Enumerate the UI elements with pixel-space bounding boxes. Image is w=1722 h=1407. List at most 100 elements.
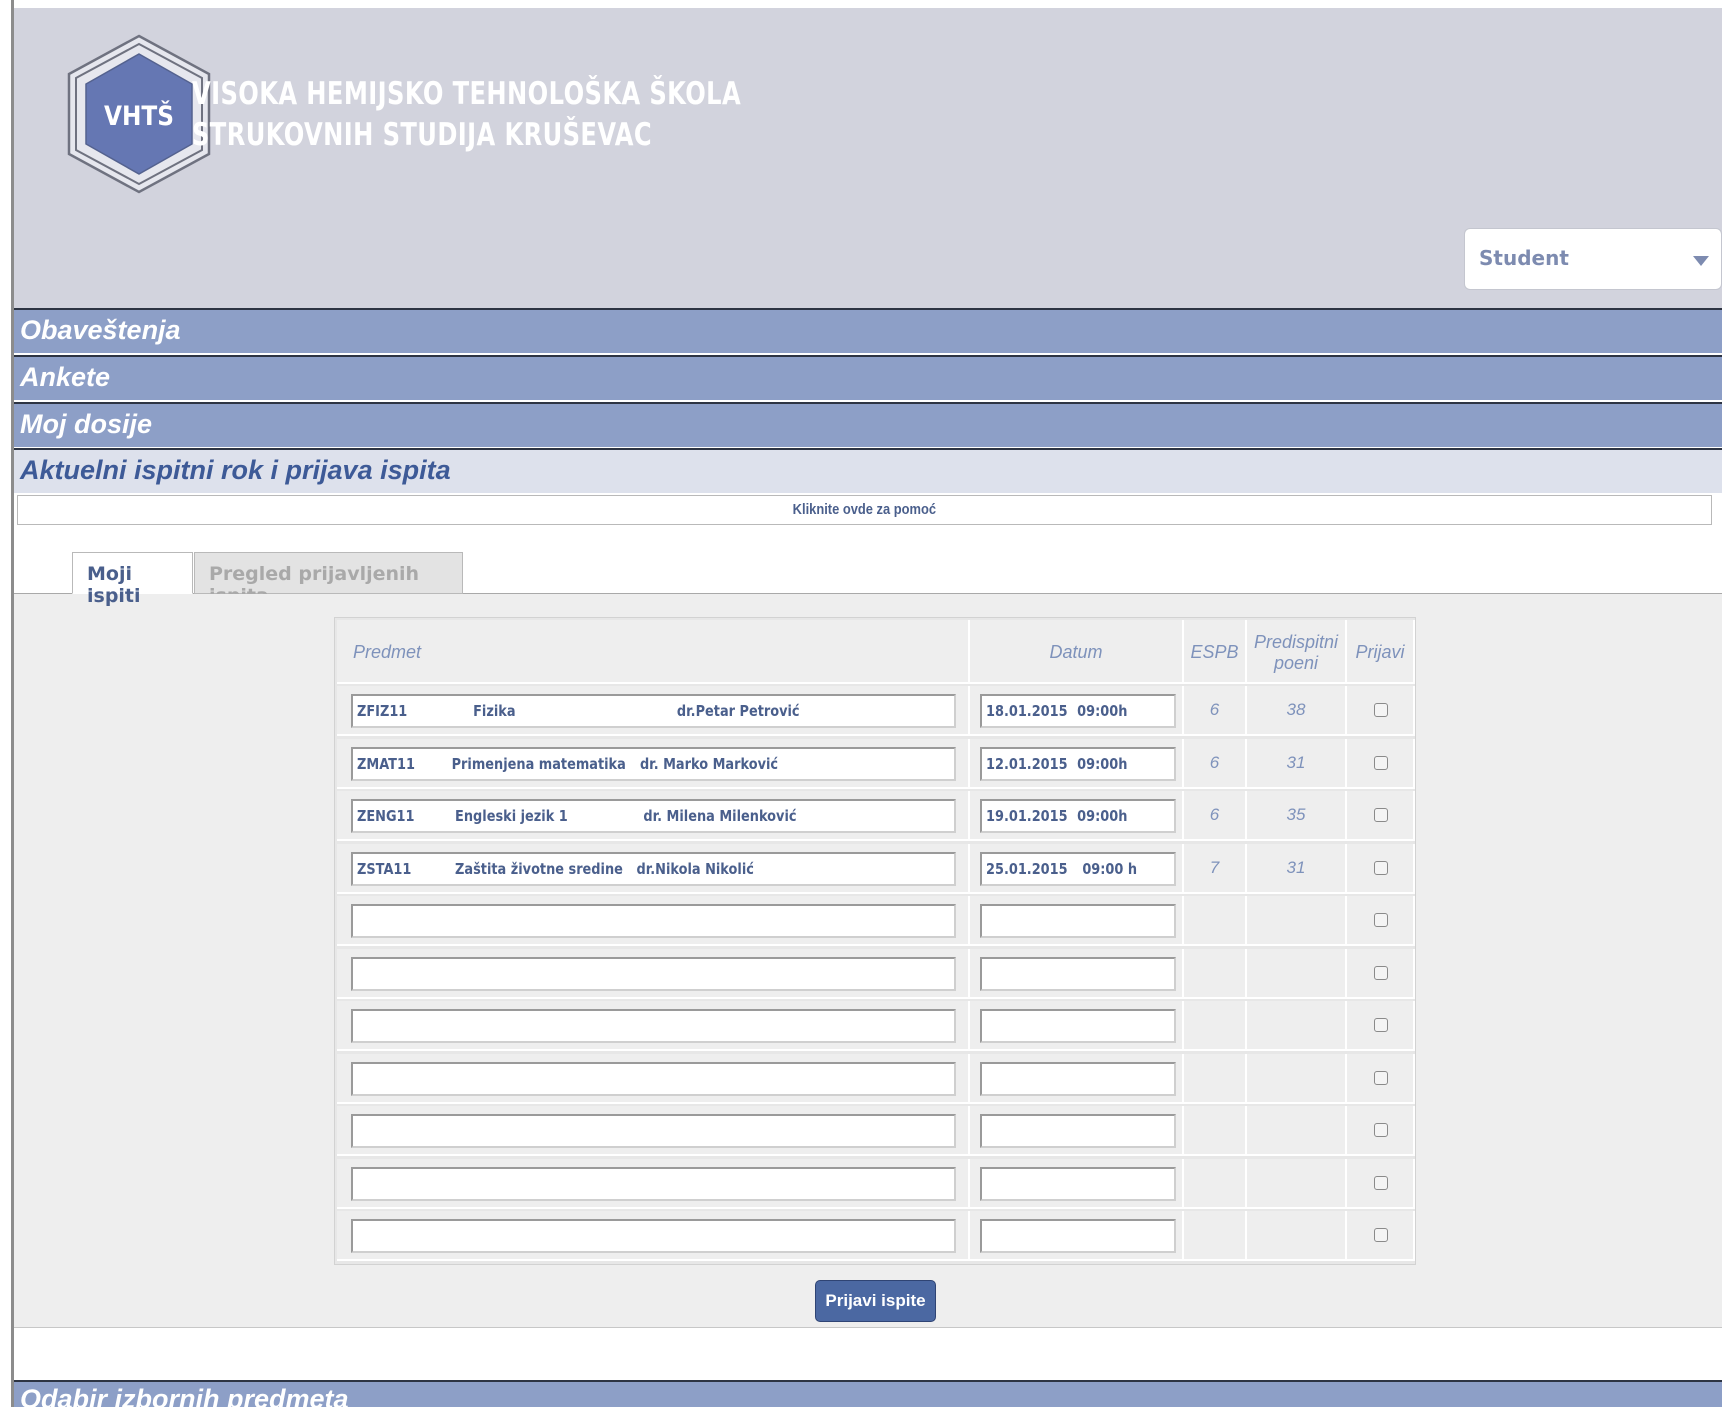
table-row-prijavi-cell (1347, 738, 1415, 789)
date-field[interactable]: 18.01.2015 09:00h (980, 694, 1176, 728)
subject-field[interactable] (351, 956, 956, 991)
logo-text: VHTŠ (104, 100, 174, 132)
subject-field[interactable] (351, 1166, 956, 1201)
date-field[interactable]: 12.01.2015 09:00h (980, 746, 1176, 781)
table-row-predmet-cell (337, 1211, 970, 1261)
section-aktuelni-ispitni-rok[interactable]: Aktuelni ispitni rok i prijava ispita (14, 448, 1722, 493)
espb-value: 7 (1209, 857, 1220, 877)
date-field[interactable]: 25.01.2015 09:00 h (980, 851, 1176, 886)
subject-code: ZFIZ11 (357, 702, 408, 720)
table-row-points-cell: 31 (1247, 843, 1347, 894)
date-field[interactable] (980, 956, 1176, 991)
subject-field[interactable]: ZSTA11 Zaštita životne sredine dr.Nikola N… (351, 851, 956, 886)
register-checkbox[interactable] (1374, 1018, 1388, 1032)
register-checkbox[interactable] (1374, 1175, 1388, 1190)
table-row-datum-cell: 18.01.2015 09:00h (970, 686, 1184, 736)
subject-field[interactable]: ZFIZ11 Fizika dr.Petar Petrović (351, 694, 956, 728)
subject-field[interactable] (351, 1061, 956, 1096)
subject-name: Primenjena matematika (451, 754, 626, 773)
tab-pregled-prijavljenih-ispita[interactable]: Pregled prijavljenih ispita (194, 552, 463, 607)
table-row-predmet-cell: ZMAT11 Primenjena matematika dr. Marko Mar… (337, 738, 970, 789)
subject-field[interactable] (351, 1114, 956, 1148)
table-row-points-cell (1247, 1211, 1347, 1261)
school-name-line2: STRUKOVNIH STUDIJA KRUŠEVAC (192, 117, 653, 153)
column-header-datum: Datum (1049, 642, 1103, 662)
table-row-datum-cell (970, 948, 1184, 999)
table-row-points-cell (1247, 1106, 1347, 1156)
table-row-espb-cell (1184, 1158, 1247, 1209)
register-checkbox[interactable] (1374, 1123, 1388, 1137)
table-row-espb-cell (1184, 1053, 1247, 1104)
register-checkbox[interactable] (1374, 703, 1388, 717)
professor-name: dr.Petar Petrović (676, 702, 800, 720)
section-label: Moj dosije (20, 409, 153, 439)
date-field[interactable] (980, 904, 1176, 938)
role-select[interactable]: Student (1464, 228, 1722, 290)
column-header-prijavi: Prijavi (1355, 642, 1405, 662)
header-cell-datum: Datum (970, 620, 1184, 684)
table-row-datum-cell (970, 1211, 1184, 1261)
section-label: Ankete (20, 362, 111, 392)
section-label: Aktuelni ispitni rok i prijava ispita (20, 455, 451, 485)
table-row-predmet-cell: ZSTA11 Zaštita životne sredine dr.Nikola N… (337, 843, 970, 894)
top-strip (14, 0, 1722, 8)
exam-table: Predmet Datum ESPB Predispitni poeni Prijavi Z… (334, 617, 1416, 1265)
register-checkbox[interactable] (1374, 913, 1388, 927)
subject-field[interactable]: ZENG11 Engleski jezik 1 dr. Milena Milenko… (351, 799, 956, 833)
chevron-down-icon (1693, 256, 1709, 266)
date-field[interactable] (980, 1061, 1176, 1096)
register-checkbox[interactable] (1374, 965, 1388, 980)
subject-field[interactable] (351, 1219, 956, 1253)
section-ankete[interactable]: Ankete (14, 355, 1722, 400)
preexam-points-value: 38 (1286, 700, 1306, 719)
date-field[interactable] (980, 1009, 1176, 1043)
preexam-points-value: 31 (1286, 857, 1306, 877)
table-row-prijavi-cell (1347, 948, 1415, 999)
table-row-prijavi-cell (1347, 843, 1415, 894)
table-row-prijavi-cell (1347, 1158, 1415, 1209)
date-field[interactable] (980, 1166, 1176, 1201)
date-field[interactable] (980, 1219, 1176, 1253)
register-checkbox[interactable] (1374, 1228, 1388, 1242)
subject-field[interactable]: ZMAT11 Primenjena matematika dr. Marko Mar… (351, 746, 956, 781)
professor-name: dr. Milena Milenković (643, 807, 797, 825)
exam-date: 19.01.2015 (986, 807, 1068, 825)
table-row-datum-cell: 19.01.2015 09:00h (970, 791, 1184, 841)
espb-value: 6 (1209, 700, 1220, 719)
tab-moji-ispiti[interactable]: Moji ispiti (72, 552, 193, 607)
help-link[interactable]: Kliknite ovde za pomoć (793, 496, 936, 524)
section-odabir-izbornih-predmeta[interactable]: Odabir izbornih predmeta (14, 1380, 1722, 1407)
help-link-bar[interactable]: Kliknite ovde za pomoć (17, 495, 1712, 525)
subject-field[interactable] (351, 1009, 956, 1043)
espb-value: 6 (1209, 752, 1220, 772)
section-obavestenja[interactable]: Obaveštenja (14, 308, 1722, 353)
header-cell-espb: ESPB (1184, 620, 1247, 684)
professor-name: dr. Marko Marković (639, 754, 779, 773)
register-checkbox[interactable] (1374, 808, 1388, 822)
date-field[interactable] (980, 1114, 1176, 1148)
table-row-prijavi-cell (1347, 1106, 1415, 1156)
school-name-line1: VISOKA HEMIJSKO TEHNOLOŠKA ŠKOLA (192, 76, 742, 112)
table-row-predmet-cell (337, 1053, 970, 1104)
table-row-espb-cell (1184, 896, 1247, 946)
table-row-espb-cell: 6 (1184, 686, 1247, 736)
register-checkbox[interactable] (1374, 1070, 1388, 1085)
table-row-points-cell: 35 (1247, 791, 1347, 841)
table-row-points-cell: 38 (1247, 686, 1347, 736)
table-row-predmet-cell (337, 1158, 970, 1209)
register-checkbox[interactable] (1374, 860, 1388, 875)
tab-label: Moji ispiti (87, 563, 141, 607)
table-row-prijavi-cell (1347, 896, 1415, 946)
table-row-espb-cell: 6 (1184, 791, 1247, 841)
submit-exams-button[interactable]: Prijavi ispite (815, 1280, 936, 1322)
section-moj-dosije[interactable]: Moj dosije (14, 402, 1722, 447)
exam-time: 09:00h (1077, 702, 1128, 720)
date-field[interactable]: 19.01.2015 09:00h (980, 799, 1176, 833)
subject-code: ZENG11 (357, 807, 415, 825)
register-checkbox[interactable] (1374, 755, 1388, 770)
column-header-predmet: Predmet (353, 642, 422, 662)
subject-name: Fizika (473, 702, 516, 720)
table-row-points-cell: 31 (1247, 738, 1347, 789)
subject-field[interactable] (351, 904, 956, 938)
table-row-datum-cell (970, 896, 1184, 946)
